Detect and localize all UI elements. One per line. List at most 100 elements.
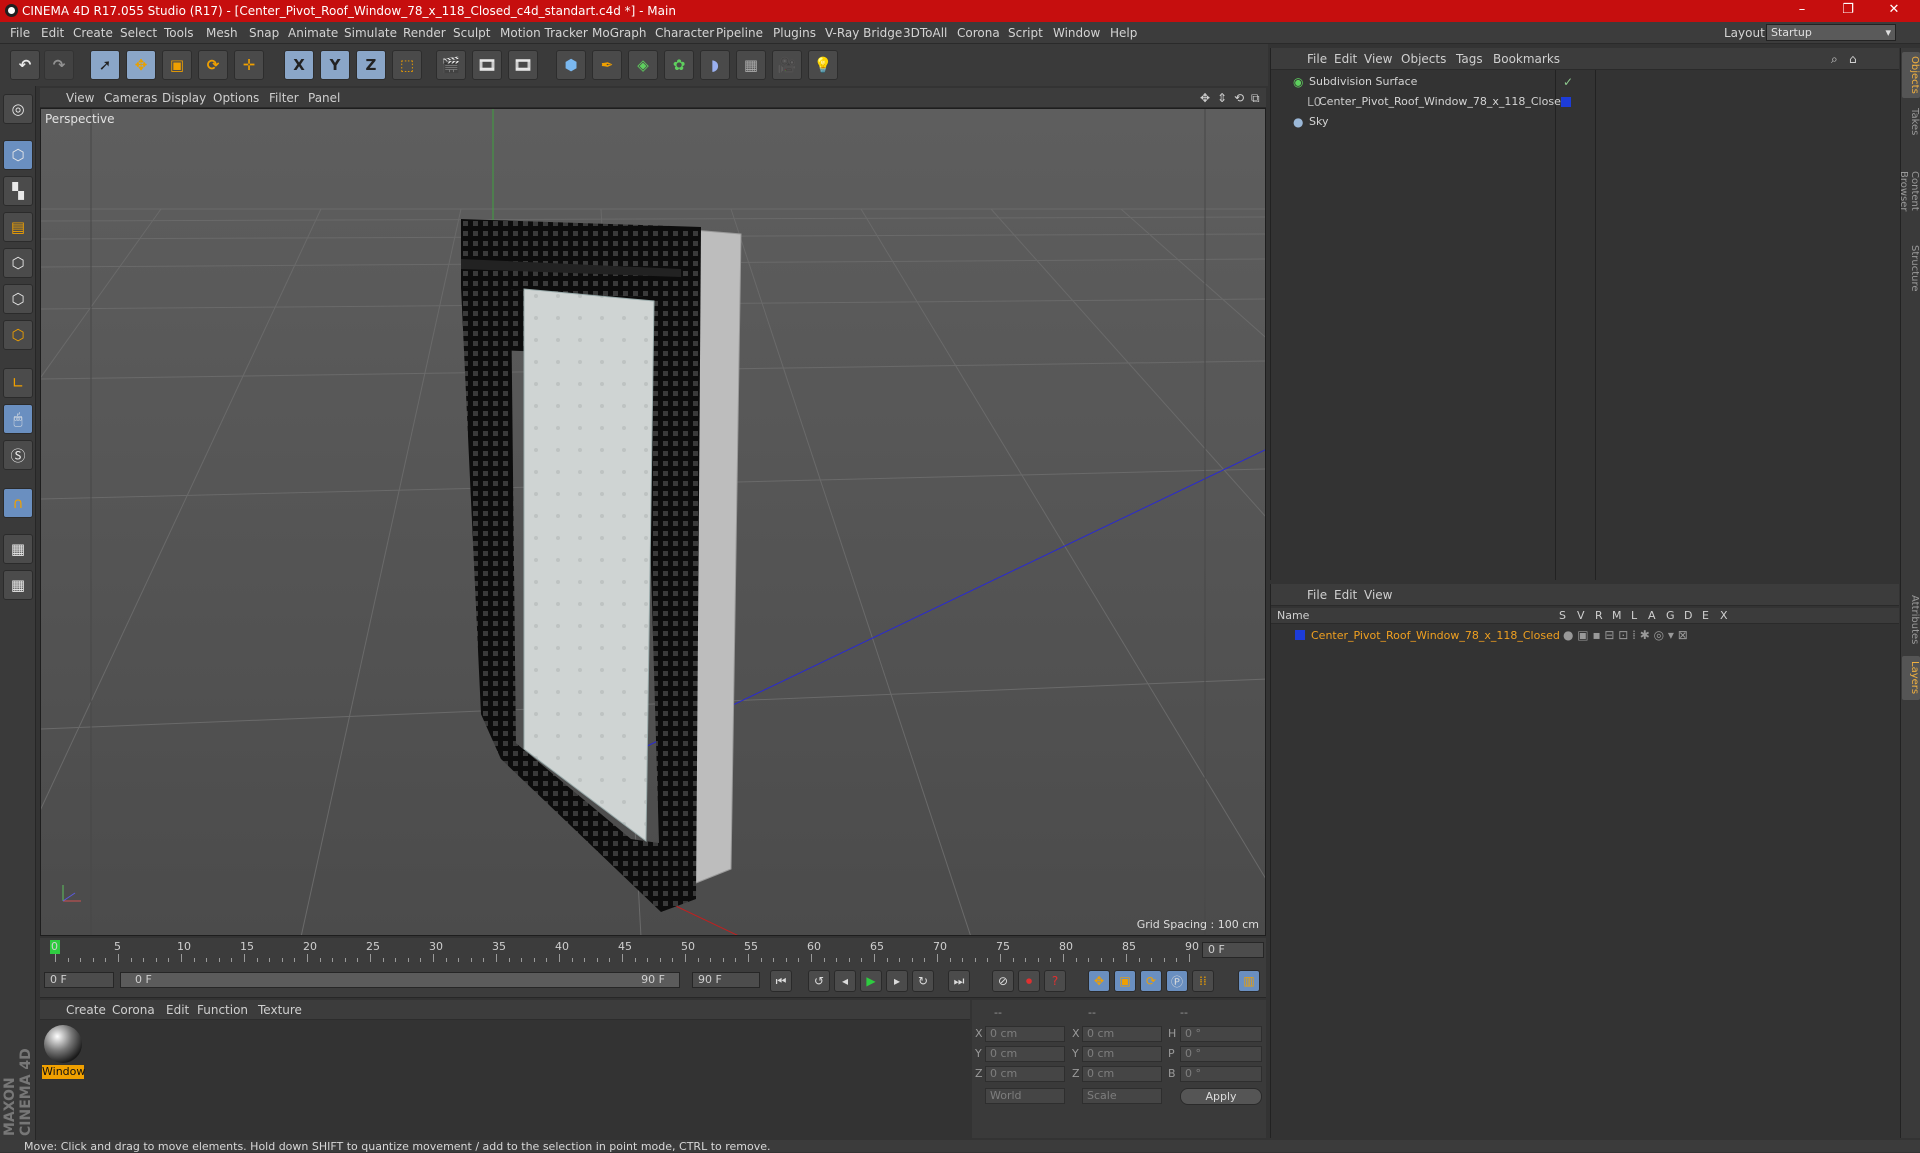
menu-mograph[interactable]: MoGraph <box>592 26 647 40</box>
end-frame-field[interactable]: 90 F <box>692 972 760 988</box>
tweak-mode-button[interactable]: 🖱 <box>3 404 33 434</box>
magnet-button[interactable]: ∩ <box>3 488 33 518</box>
rot-p-field[interactable]: 0 ° <box>1180 1046 1262 1062</box>
obj-menu-file[interactable]: File <box>1307 52 1327 66</box>
motion-path-button[interactable]: ⊘ <box>992 970 1014 992</box>
select-tool-button[interactable]: ➚ <box>90 50 120 80</box>
tab-layers[interactable]: Layers <box>1902 656 1920 700</box>
go-to-start-button[interactable]: ⏮ <box>770 970 792 992</box>
size-y-field[interactable]: 0 cm <box>1082 1046 1162 1062</box>
rot-h-field[interactable]: 0 ° <box>1180 1026 1262 1042</box>
next-key-button[interactable]: ↻ <box>912 970 934 992</box>
tab-content-browser[interactable]: Content Browser <box>1898 146 1920 236</box>
render-picture-viewer-button[interactable]: 🎞 <box>472 50 502 80</box>
menu-snap[interactable]: Snap <box>249 26 279 40</box>
obj-menu-bookmarks[interactable]: Bookmarks <box>1493 52 1560 66</box>
col-expressions[interactable]: E <box>1702 609 1709 622</box>
menu-3dtoall[interactable]: 3DToAll <box>903 26 947 40</box>
menu-select[interactable]: Select <box>120 26 157 40</box>
coordinate-system-button[interactable]: ⬚ <box>392 50 422 80</box>
enabled-check-icon[interactable]: ✓ <box>1563 75 1573 89</box>
obj-menu-tags[interactable]: Tags <box>1456 52 1483 66</box>
viewport-menu-panel[interactable]: Panel <box>308 91 340 105</box>
window-model[interactable] <box>461 219 742 912</box>
maximize-button[interactable]: ❐ <box>1828 2 1868 17</box>
model-mode-button[interactable]: ⬡ <box>3 140 33 170</box>
pen-spline-button[interactable]: ✒ <box>592 50 622 80</box>
object-row[interactable]: L0 Center_Pivot_Roof_Window_78_x_118_Clo… <box>1271 92 1899 112</box>
menu-plugins[interactable]: Plugins <box>773 26 816 40</box>
mat-menu-edit[interactable]: Edit <box>166 1003 189 1017</box>
viewport-menu-filter[interactable]: Filter <box>269 91 299 105</box>
layer-color-swatch[interactable] <box>1561 97 1571 107</box>
menu-corona[interactable]: Corona <box>957 26 1000 40</box>
lock-workplane-button[interactable]: ▦ <box>3 534 33 564</box>
mat-menu-corona[interactable]: Corona <box>112 1003 155 1017</box>
menu-file[interactable]: File <box>10 26 30 40</box>
key-rotation-button[interactable]: ⟳ <box>1140 970 1162 992</box>
menu-animate[interactable]: Animate <box>288 26 338 40</box>
close-button[interactable]: ✕ <box>1874 2 1914 17</box>
layer-color-swatch[interactable] <box>1295 630 1305 640</box>
transform-tool-button[interactable]: ✛ <box>234 50 264 80</box>
make-editable-button[interactable]: ◎ <box>3 94 33 124</box>
menu-render[interactable]: Render <box>403 26 446 40</box>
axis-y-button[interactable]: Y <box>320 50 350 80</box>
subdivision-button[interactable]: ◈ <box>628 50 658 80</box>
tab-objects[interactable]: Objects <box>1902 52 1920 98</box>
menu-simulate[interactable]: Simulate <box>344 26 397 40</box>
obj-menu-edit[interactable]: Edit <box>1334 52 1357 66</box>
viewport-rotate-icon[interactable]: ⟲ <box>1234 91 1244 105</box>
workplane-mode-button[interactable]: ▤ <box>3 212 33 242</box>
col-deformers[interactable]: D <box>1684 609 1692 622</box>
viewport-menu-options[interactable]: Options <box>213 91 259 105</box>
menu-script[interactable]: Script <box>1008 26 1043 40</box>
mat-menu-function[interactable]: Function <box>197 1003 248 1017</box>
undo-button[interactable]: ↶ <box>10 50 40 80</box>
tab-attributes[interactable]: Attributes <box>1902 588 1920 652</box>
cube-button[interactable]: ⬢ <box>556 50 586 80</box>
home-icon[interactable]: ⌂ <box>1849 52 1857 66</box>
pos-z-field[interactable]: 0 cm <box>985 1066 1065 1082</box>
pos-x-field[interactable]: 0 cm <box>985 1026 1065 1042</box>
polygons-mode-button[interactable]: ⬡ <box>3 320 33 350</box>
menu-create[interactable]: Create <box>73 26 113 40</box>
col-solo[interactable]: S <box>1559 609 1566 622</box>
deformer-button[interactable]: ◗ <box>700 50 730 80</box>
col-name[interactable]: Name <box>1277 609 1309 622</box>
points-mode-button[interactable]: ⬡ <box>3 248 33 278</box>
camera-button[interactable]: 🎥 <box>772 50 802 80</box>
grid-snap-button[interactable]: ▦ <box>3 570 33 600</box>
material-window[interactable]: Window <box>42 1023 85 1081</box>
autokey-button[interactable]: ? <box>1044 970 1066 992</box>
mat-menu-texture[interactable]: Texture <box>258 1003 302 1017</box>
size-mode-dropdown[interactable]: Scale <box>1082 1088 1162 1104</box>
obj-menu-view[interactable]: View <box>1364 52 1392 66</box>
rotate-tool-button[interactable]: ⟳ <box>198 50 228 80</box>
perspective-viewport[interactable]: Perspective Grid Spacing : 100 cm <box>40 108 1266 936</box>
snap-button[interactable]: Ⓢ <box>3 440 33 470</box>
pos-y-field[interactable]: 0 cm <box>985 1046 1065 1062</box>
viewport-menu-display[interactable]: Display <box>162 91 206 105</box>
next-frame-button[interactable]: ▸ <box>886 970 908 992</box>
key-pla-button[interactable]: ⁞⁞ <box>1192 970 1214 992</box>
menu-edit[interactable]: Edit <box>41 26 64 40</box>
layer-row[interactable]: Center_Pivot_Roof_Window_78_x_118_Closed… <box>1271 626 1899 646</box>
texture-mode-button[interactable]: ▚ <box>3 176 33 206</box>
tab-takes[interactable]: Takes <box>1902 102 1920 142</box>
object-row[interactable]: ● Sky <box>1271 112 1899 132</box>
col-generators[interactable]: G <box>1666 609 1675 622</box>
scale-tool-button[interactable]: ▣ <box>162 50 192 80</box>
viewport-move-icon[interactable]: ✥ <box>1200 91 1210 105</box>
minimize-button[interactable]: – <box>1782 2 1822 17</box>
frame-range-slider[interactable]: 0 F 90 F <box>120 972 680 988</box>
col-view[interactable]: V <box>1577 609 1585 622</box>
axis-mode-button[interactable]: ∟ <box>3 368 33 398</box>
key-scale-button[interactable]: ▣ <box>1114 970 1136 992</box>
menu-pipeline[interactable]: Pipeline <box>716 26 763 40</box>
key-param-button[interactable]: Ⓟ <box>1166 970 1188 992</box>
light-button[interactable]: 💡 <box>808 50 838 80</box>
obj-menu-objects[interactable]: Objects <box>1401 52 1446 66</box>
menu-character[interactable]: Character <box>655 26 714 40</box>
menu-help[interactable]: Help <box>1110 26 1137 40</box>
